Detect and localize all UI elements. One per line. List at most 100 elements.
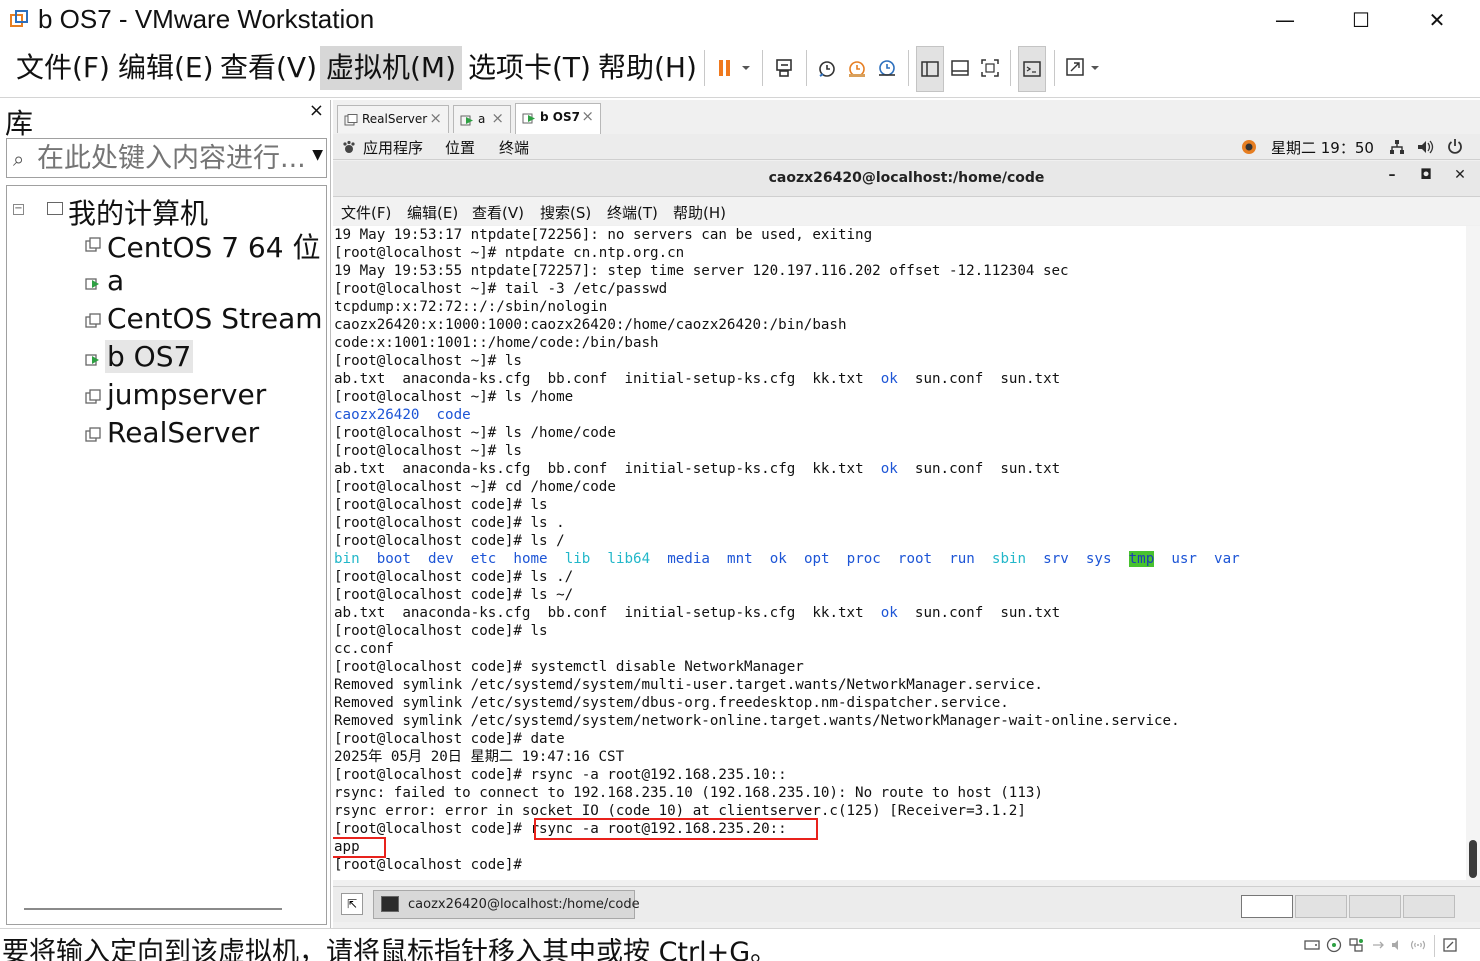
snapshot-manager-button[interactable]	[872, 52, 902, 84]
ls-entry: ab.txt	[334, 461, 386, 477]
collapse-icon[interactable]: −	[13, 204, 24, 215]
notification-icon[interactable]	[1241, 139, 1257, 155]
ls-entry: bb.conf	[547, 605, 608, 621]
tab-realserver[interactable]: RealServer ×	[337, 105, 449, 133]
hard-disk-icon[interactable]	[1304, 937, 1320, 953]
tree-item-vm-selected[interactable]: b OS7	[83, 340, 326, 376]
send-ctrl-alt-del-button[interactable]	[770, 52, 800, 84]
guest-menu-places[interactable]: 位置	[445, 137, 475, 158]
terminal-line: [root@localhost ~]# ntpdate cn.ntp.org.c…	[334, 245, 685, 261]
ls-entry: sun.conf	[914, 371, 984, 387]
menu-view[interactable]: 查看(V)	[214, 46, 323, 90]
tree-item-vm[interactable]: CentOS 7 64 位	[83, 226, 326, 264]
send-ctrl-alt-del-icon	[776, 59, 792, 77]
vm-icon	[85, 427, 101, 442]
tree-item-vm[interactable]: RealServer	[83, 416, 326, 452]
menu-edit[interactable]: 编辑(E)	[112, 46, 220, 90]
terminal-menu-edit[interactable]: 编辑(E)	[407, 202, 458, 223]
fullscreen-button[interactable]	[976, 52, 1004, 84]
maximize-button[interactable]: ☐	[1324, 0, 1398, 40]
toolbar-separator	[908, 50, 909, 86]
menu-file[interactable]: 文件(F)	[10, 46, 116, 90]
terminal-output[interactable]: 19 May 19:53:17 ntpdate[72256]: no serve…	[333, 226, 1466, 880]
terminal-line: [root@localhost code]# ls	[334, 497, 548, 513]
menu-tabs[interactable]: 选项卡(T)	[462, 46, 597, 90]
volume-icon[interactable]	[1417, 139, 1435, 155]
network-icon[interactable]	[1389, 139, 1405, 155]
terminal-maximize-button[interactable]: ◘	[1413, 167, 1439, 191]
terminal-line: [root@localhost ~]# ls /home	[334, 389, 574, 405]
terminal-line: [root@localhost ~]# ls	[334, 443, 522, 459]
library-view-icon	[921, 61, 939, 77]
usb-icon[interactable]	[1370, 937, 1386, 953]
terminal-scrollbar[interactable]	[1466, 226, 1480, 880]
taskbar-terminal-task[interactable]: caozx26420@localhost:/home/code	[373, 890, 640, 919]
thumbnail-bar-button[interactable]	[946, 52, 974, 84]
snapshot-button[interactable]	[812, 52, 842, 84]
console-view-icon	[1023, 61, 1041, 77]
workspace-3[interactable]	[1349, 895, 1401, 918]
tab-b-os7[interactable]: b OS7 ×	[515, 103, 601, 134]
terminal-menu-help[interactable]: 帮助(H)	[673, 202, 726, 223]
cd-drive-icon[interactable]	[1326, 937, 1342, 953]
revert-snapshot-icon	[849, 61, 865, 77]
workspace-1[interactable]	[1241, 895, 1293, 918]
network-adapter-icon[interactable]	[1348, 937, 1364, 953]
show-desktop-icon[interactable]: ⇱	[341, 893, 363, 915]
terminal-line: [root@localhost ~]# cd /home/code	[334, 479, 616, 495]
terminal-title: caozx26420@localhost:/home/code	[768, 170, 1045, 186]
guest-menu-terminal[interactable]: 终端	[499, 137, 529, 158]
library-close-button[interactable]: ×	[309, 100, 324, 121]
menu-vm[interactable]: 虚拟机(M)	[320, 46, 463, 90]
terminal-minimize-button[interactable]: –	[1379, 167, 1405, 191]
minimize-button[interactable]: —	[1248, 0, 1322, 40]
ls-dir-entry: ok	[769, 551, 787, 567]
message-log-icon[interactable]	[1442, 937, 1458, 953]
terminal-line: Removed symlink /etc/systemd/system/dbus…	[334, 695, 1009, 711]
ls-dir-entry: opt	[803, 551, 830, 567]
wireless-icon[interactable]	[1410, 937, 1426, 953]
tab-close-icon[interactable]: ×	[429, 109, 442, 127]
terminal-menu-file[interactable]: 文件(F)	[341, 202, 391, 223]
title-bar: b OS7 - VMware Workstation — ☐ ✕	[0, 0, 1480, 40]
tree-item-vm[interactable]: a	[83, 264, 326, 300]
tree-item-vm[interactable]: CentOS Stream 4	[83, 302, 327, 338]
tree-item-label: CentOS Stream 4	[107, 302, 327, 335]
terminal-titlebar: caozx26420@localhost:/home/code – ◘ ✕	[333, 161, 1480, 197]
pause-button[interactable]	[714, 52, 754, 84]
library-view-button[interactable]	[916, 46, 944, 92]
fullscreen-icon	[981, 59, 999, 77]
workspace-4[interactable]	[1403, 895, 1455, 918]
tab-close-icon[interactable]: ×	[491, 109, 504, 127]
tree-root-my-computer[interactable]: − 我的计算机	[7, 190, 326, 230]
close-button[interactable]: ✕	[1400, 0, 1474, 40]
sound-card-icon[interactable]	[1390, 937, 1406, 953]
console-view-button[interactable]	[1018, 46, 1046, 92]
library-horizontal-scrollbar[interactable]	[24, 908, 282, 910]
search-icon: ⌕	[13, 147, 25, 171]
guest-menu-applications[interactable]: 应用程序	[363, 137, 423, 158]
terminal-line: 19 May 19:53:55 ntpdate[72257]: step tim…	[334, 263, 1069, 279]
terminal-menu-search[interactable]: 搜索(S)	[540, 202, 591, 223]
terminal-line: rsync: failed to connect to 192.168.235.…	[334, 785, 1043, 801]
workspace-2[interactable]	[1295, 895, 1347, 918]
stretch-button[interactable]	[1062, 52, 1104, 84]
menu-help[interactable]: 帮助(H)	[592, 46, 703, 90]
guest-clock[interactable]: 星期二 19：50	[1271, 137, 1374, 158]
terminal-menu-view[interactable]: 查看(V)	[472, 202, 524, 223]
power-icon[interactable]	[1447, 138, 1463, 154]
chevron-down-icon[interactable]: ▼	[312, 147, 323, 163]
library-search-input[interactable]	[37, 141, 307, 175]
terminal-menu-terminal[interactable]: 终端(T)	[607, 202, 658, 223]
revert-snapshot-button[interactable]	[842, 52, 872, 84]
terminal-scroll-thumb[interactable]	[1469, 840, 1477, 878]
guest-taskbar: ⇱ caozx26420@localhost:/home/code	[333, 886, 1480, 922]
tab-a[interactable]: a ×	[453, 105, 511, 133]
ls-entry: kk.txt	[812, 371, 864, 387]
library-search-box: ⌕ ▼	[6, 138, 327, 178]
tree-item-vm[interactable]: jumpserver	[83, 378, 326, 414]
vm-running-icon	[460, 115, 473, 126]
tree-item-label: b OS7	[105, 340, 194, 373]
tab-close-icon[interactable]: ×	[581, 107, 594, 125]
terminal-close-button[interactable]: ✕	[1447, 167, 1473, 191]
